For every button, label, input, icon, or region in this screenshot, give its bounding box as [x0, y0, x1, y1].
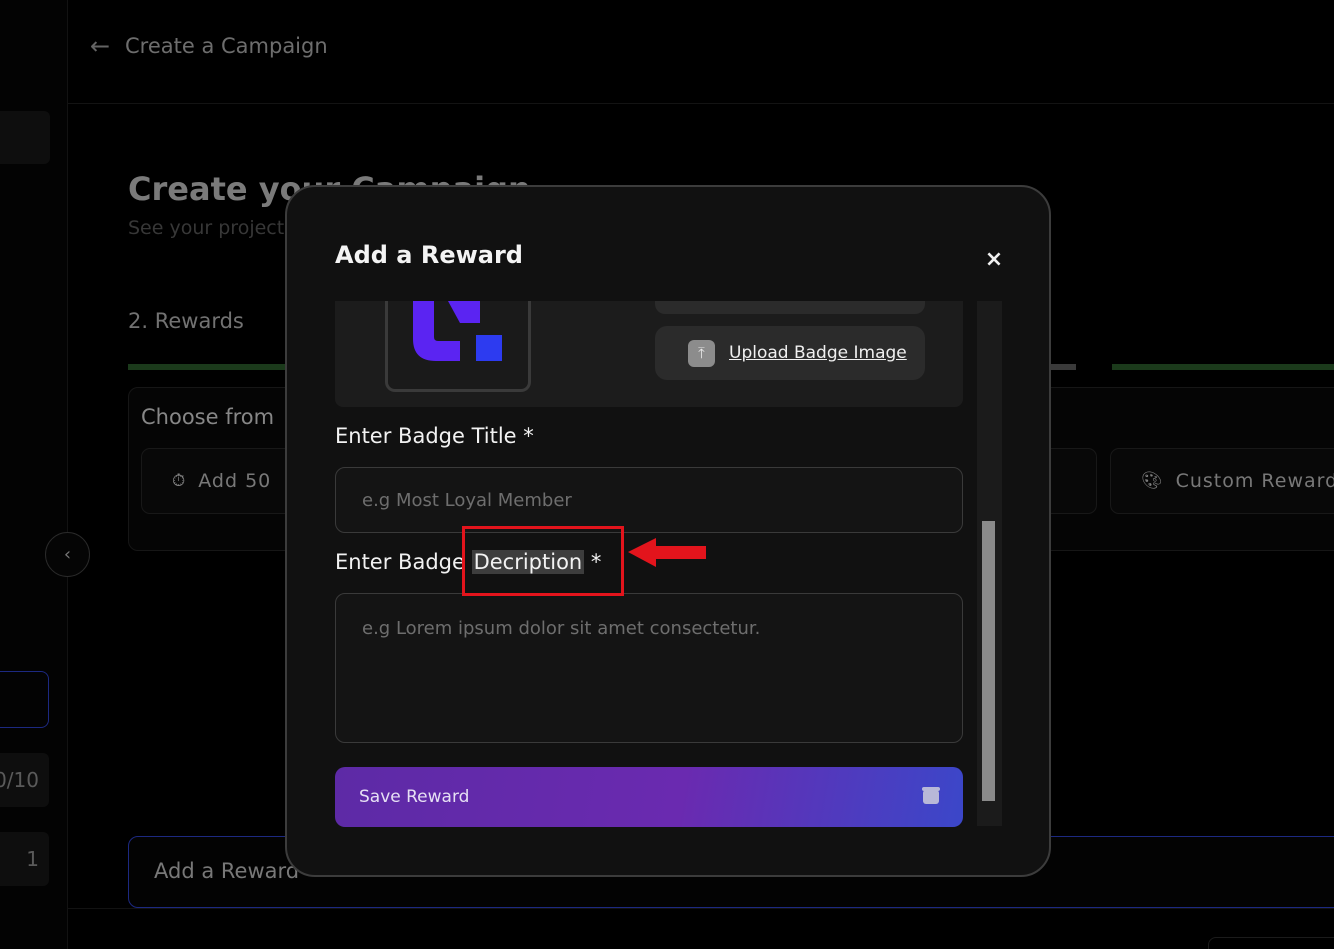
badge-logo-icon: [413, 301, 502, 361]
badge-description-textarea[interactable]: e.g Lorem ipsum dolor sit amet consectet…: [335, 593, 963, 743]
upload-badge-button[interactable]: ⤒ Upload Badge Image: [655, 326, 925, 380]
upload-badge-label: Upload Badge Image: [729, 343, 907, 363]
annotation-highlight-box: [462, 526, 624, 596]
annotation-arrow-icon: [628, 538, 706, 567]
scrollbar-thumb[interactable]: [982, 521, 995, 801]
badge-description-placeholder: e.g Lorem ipsum dolor sit amet consectet…: [362, 618, 761, 639]
save-reward-button[interactable]: Save Reward: [335, 767, 963, 827]
badge-option-button[interactable]: [655, 301, 925, 314]
badge-title-input[interactable]: e.g Most Loyal Member: [335, 467, 963, 533]
badge-description-label-prefix: Enter Badge: [335, 550, 472, 574]
modal-title: Add a Reward: [335, 241, 523, 269]
save-reward-label: Save Reward: [359, 787, 470, 807]
close-icon[interactable]: ×: [983, 246, 1005, 272]
badge-title-placeholder: e.g Most Loyal Member: [362, 489, 572, 511]
archive-icon: [922, 787, 940, 804]
upload-icon: ⤒: [688, 339, 715, 367]
badge-image-preview: [385, 301, 531, 392]
badge-title-label: Enter Badge Title *: [335, 424, 534, 448]
chevron-left-icon[interactable]: ‹: [45, 532, 90, 577]
